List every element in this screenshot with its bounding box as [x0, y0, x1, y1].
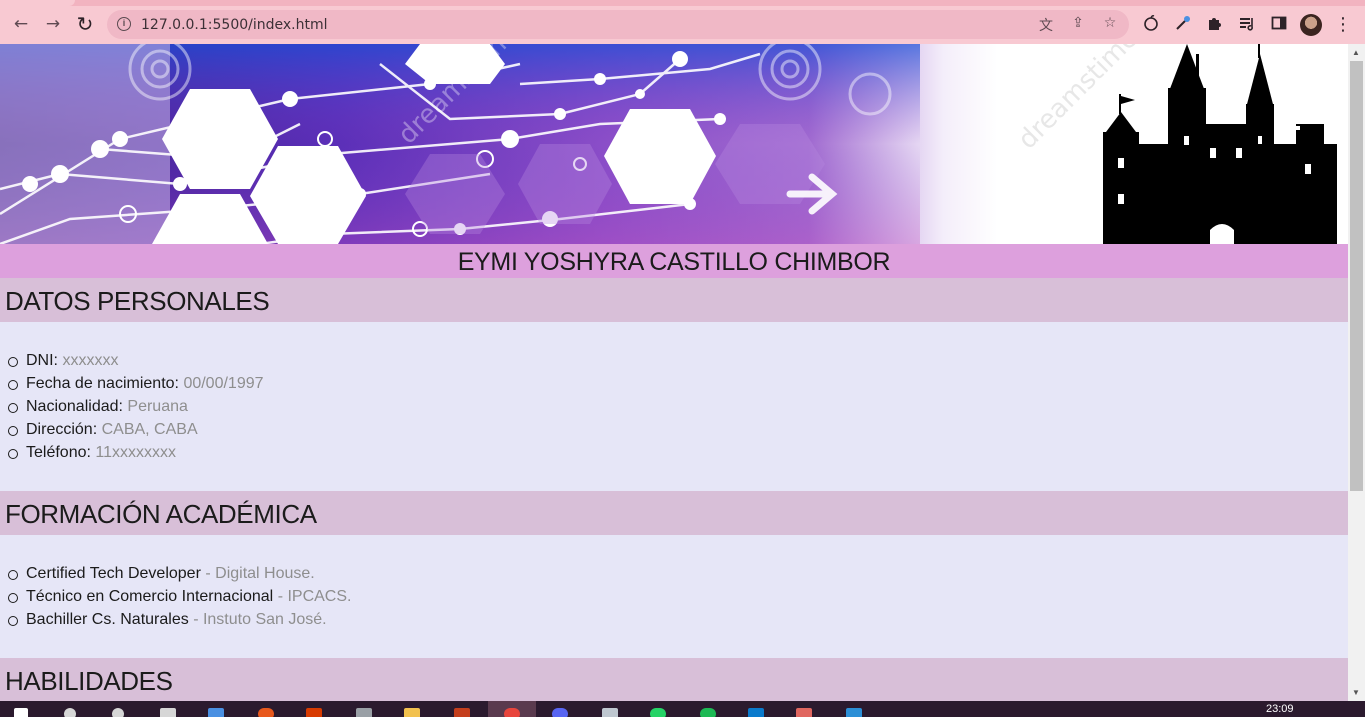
item-value: - Digital House. [205, 565, 315, 582]
info-icon[interactable]: i [117, 17, 131, 31]
start-icon[interactable] [14, 708, 28, 717]
back-icon[interactable]: ← [10, 13, 32, 35]
browser-toolbar: ← → ↻ i 127.0.0.1:5500/index.html 文 ⇪ ☆ … [0, 0, 1365, 44]
person-name-heading: EYMI YOSHYRA CASTILLO CHIMBOR [0, 244, 1348, 278]
scroll-up-icon[interactable]: ▲ [1352, 48, 1360, 57]
share-icon[interactable]: ⇪ [1069, 15, 1087, 33]
profile-avatar[interactable] [1300, 14, 1322, 36]
taskbar-app-icon[interactable] [356, 708, 372, 717]
taskbar-app-icon[interactable] [846, 708, 862, 717]
list-item-fecha-nacimiento: Fecha de nacimiento: 00/00/1997 [8, 372, 1348, 395]
item-label: Nacionalidad: [26, 398, 123, 415]
datos-personales-section: DNI: xxxxxxx Fecha de nacimiento: 00/00/… [0, 322, 1348, 491]
list-item-bachiller: Bachiller Cs. Naturales - Instuto San Jo… [8, 608, 1348, 631]
side-panel-icon[interactable] [1269, 14, 1289, 34]
list-item-certified-tech: Certified Tech Developer - Digital House… [8, 562, 1348, 585]
item-label: Bachiller Cs. Naturales [26, 611, 189, 628]
page-scrollbar[interactable]: ▲ ▼ [1348, 44, 1365, 701]
url-text[interactable]: 127.0.0.1:5500/index.html [141, 17, 328, 33]
datos-personales-heading: DATOS PERSONALES [0, 278, 1348, 322]
scroll-down-icon[interactable]: ▼ [1352, 688, 1360, 697]
item-value: Peruana [127, 398, 188, 415]
page-viewport: dreamstime dreamstime EYMI YOSHYRA CASTI… [0, 44, 1348, 701]
eyedropper-icon[interactable] [1173, 14, 1193, 34]
spotify-icon[interactable] [700, 708, 716, 717]
item-label: Certified Tech Developer [26, 565, 201, 582]
vscode-icon[interactable] [748, 708, 764, 717]
item-label: Dirección: [26, 421, 98, 438]
reload-icon[interactable]: ↻ [74, 12, 96, 36]
search-icon[interactable] [64, 708, 76, 717]
scrollbar-thumb[interactable] [1350, 61, 1363, 491]
taskbar-app-icon[interactable] [454, 708, 470, 717]
item-label: Teléfono: [26, 444, 91, 461]
list-item-direccion: Dirección: CABA, CABA [8, 418, 1348, 441]
list-item-telefono: Teléfono: 11xxxxxxxx [8, 441, 1348, 464]
formacion-academica-heading: FORMACIÓN ACADÉMICA [0, 491, 1348, 535]
taskbar-app-icon[interactable] [306, 708, 322, 717]
item-value: - IPCACS. [277, 588, 352, 605]
chrome-icon[interactable] [504, 708, 520, 717]
header-banner: dreamstime dreamstime [0, 44, 1348, 244]
taskbar-app-icon[interactable] [602, 708, 618, 717]
habilidades-heading: HABILIDADES [0, 658, 1348, 701]
formacion-academica-section: Certified Tech Developer - Digital House… [0, 535, 1348, 658]
banner-image: dreamstime dreamstime [0, 44, 1348, 244]
taskbar-app-icon[interactable] [208, 708, 224, 717]
chrome-menu-icon[interactable]: ⋮ [1333, 14, 1353, 35]
list-item-tecnico-comercio: Técnico en Comercio Internacional - IPCA… [8, 585, 1348, 608]
item-value: CABA, CABA [101, 421, 198, 438]
taskbar-app-icon[interactable] [552, 708, 568, 717]
item-value: 00/00/1997 [183, 375, 264, 392]
whatsapp-icon[interactable] [650, 708, 666, 717]
item-label: Fecha de nacimiento: [26, 375, 179, 392]
formacion-academica-list: Certified Tech Developer - Digital House… [8, 562, 1348, 631]
taskbar-app-icon[interactable] [796, 708, 812, 717]
address-bar[interactable]: i 127.0.0.1:5500/index.html 文 ⇪ ☆ [107, 10, 1129, 39]
item-label: DNI: [26, 352, 58, 369]
translate-icon[interactable]: 文 [1037, 15, 1055, 34]
list-item-nacionalidad: Nacionalidad: Peruana [8, 395, 1348, 418]
item-value: xxxxxxx [62, 352, 119, 369]
clock-time[interactable]: 23:09 [1266, 703, 1294, 715]
os-taskbar: 23:09 [0, 701, 1365, 717]
active-tab[interactable] [0, 0, 75, 6]
forward-icon[interactable]: → [42, 13, 64, 35]
extension-apple-icon[interactable] [1141, 14, 1161, 34]
item-value: 11xxxxxxxx [95, 444, 176, 461]
item-label: Técnico en Comercio Internacional [26, 588, 274, 605]
datos-personales-list: DNI: xxxxxxx Fecha de nacimiento: 00/00/… [8, 349, 1348, 464]
bookmark-star-icon[interactable]: ☆ [1101, 15, 1119, 33]
taskbar-app-icon[interactable] [258, 708, 274, 717]
media-queue-icon[interactable] [1237, 14, 1257, 34]
list-item-dni: DNI: xxxxxxx [8, 349, 1348, 372]
extensions-puzzle-icon[interactable] [1205, 14, 1225, 34]
item-value: - Instuto San José. [193, 611, 327, 628]
file-explorer-icon[interactable] [404, 708, 420, 717]
task-view-icon[interactable] [160, 708, 176, 717]
cortana-icon[interactable] [112, 708, 124, 717]
tab-strip [0, 0, 1365, 6]
